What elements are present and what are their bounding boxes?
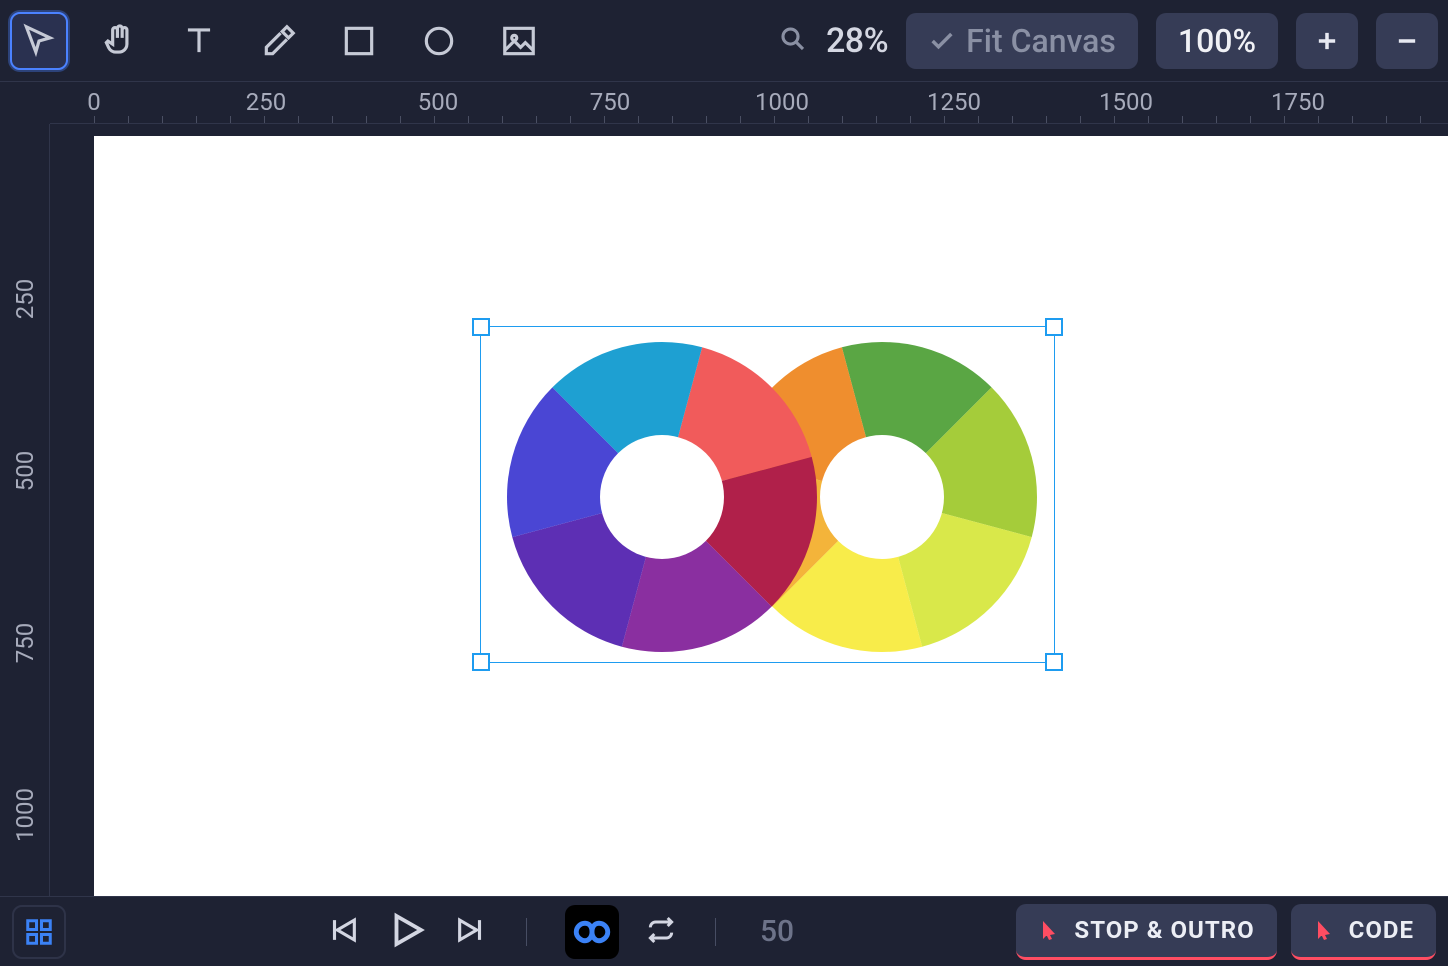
- workspace: 02505007501000125015001750 2505007501000: [0, 82, 1448, 896]
- selection-handle-br[interactable]: [1045, 653, 1063, 671]
- ruler-horizontal[interactable]: 02505007501000125015001750: [50, 82, 1448, 124]
- zoom-percentage[interactable]: 28%: [826, 21, 888, 61]
- zoom-100-button[interactable]: 100%: [1156, 13, 1278, 69]
- hand-tool[interactable]: [90, 12, 148, 70]
- panels-button[interactable]: [12, 905, 66, 959]
- zoom-in-button[interactable]: [1296, 13, 1358, 69]
- code-button[interactable]: CODE: [1291, 904, 1436, 960]
- stop-outro-button[interactable]: STOP & OUTRO: [1016, 904, 1276, 960]
- play-button[interactable]: [386, 909, 428, 955]
- divider: [526, 918, 527, 946]
- go-to-start-button[interactable]: [326, 913, 360, 951]
- image-tool[interactable]: [490, 12, 548, 70]
- eyedropper-tool[interactable]: [250, 12, 308, 70]
- loop-button[interactable]: [565, 905, 619, 959]
- zoom-out-button[interactable]: [1376, 13, 1438, 69]
- go-to-end-button[interactable]: [454, 913, 488, 951]
- select-tool[interactable]: [10, 12, 68, 70]
- fit-canvas-label: Fit Canvas: [966, 22, 1116, 60]
- canvas-viewport[interactable]: [50, 124, 1448, 896]
- ellipse-tool[interactable]: [410, 12, 468, 70]
- fit-canvas-button[interactable]: Fit Canvas: [906, 13, 1138, 69]
- zoom-search-icon[interactable]: [778, 24, 808, 58]
- selection-handle-tr[interactable]: [1045, 318, 1063, 336]
- text-tool[interactable]: [170, 12, 228, 70]
- selection-handle-tl[interactable]: [472, 318, 490, 336]
- repeat-button[interactable]: [645, 914, 677, 950]
- selection-rect[interactable]: [480, 326, 1055, 663]
- ruler-vertical[interactable]: 2505007501000: [0, 124, 50, 896]
- divider: [715, 918, 716, 946]
- frame-number[interactable]: 50: [760, 914, 794, 949]
- rectangle-tool[interactable]: [330, 12, 388, 70]
- selection-handle-bl[interactable]: [472, 653, 490, 671]
